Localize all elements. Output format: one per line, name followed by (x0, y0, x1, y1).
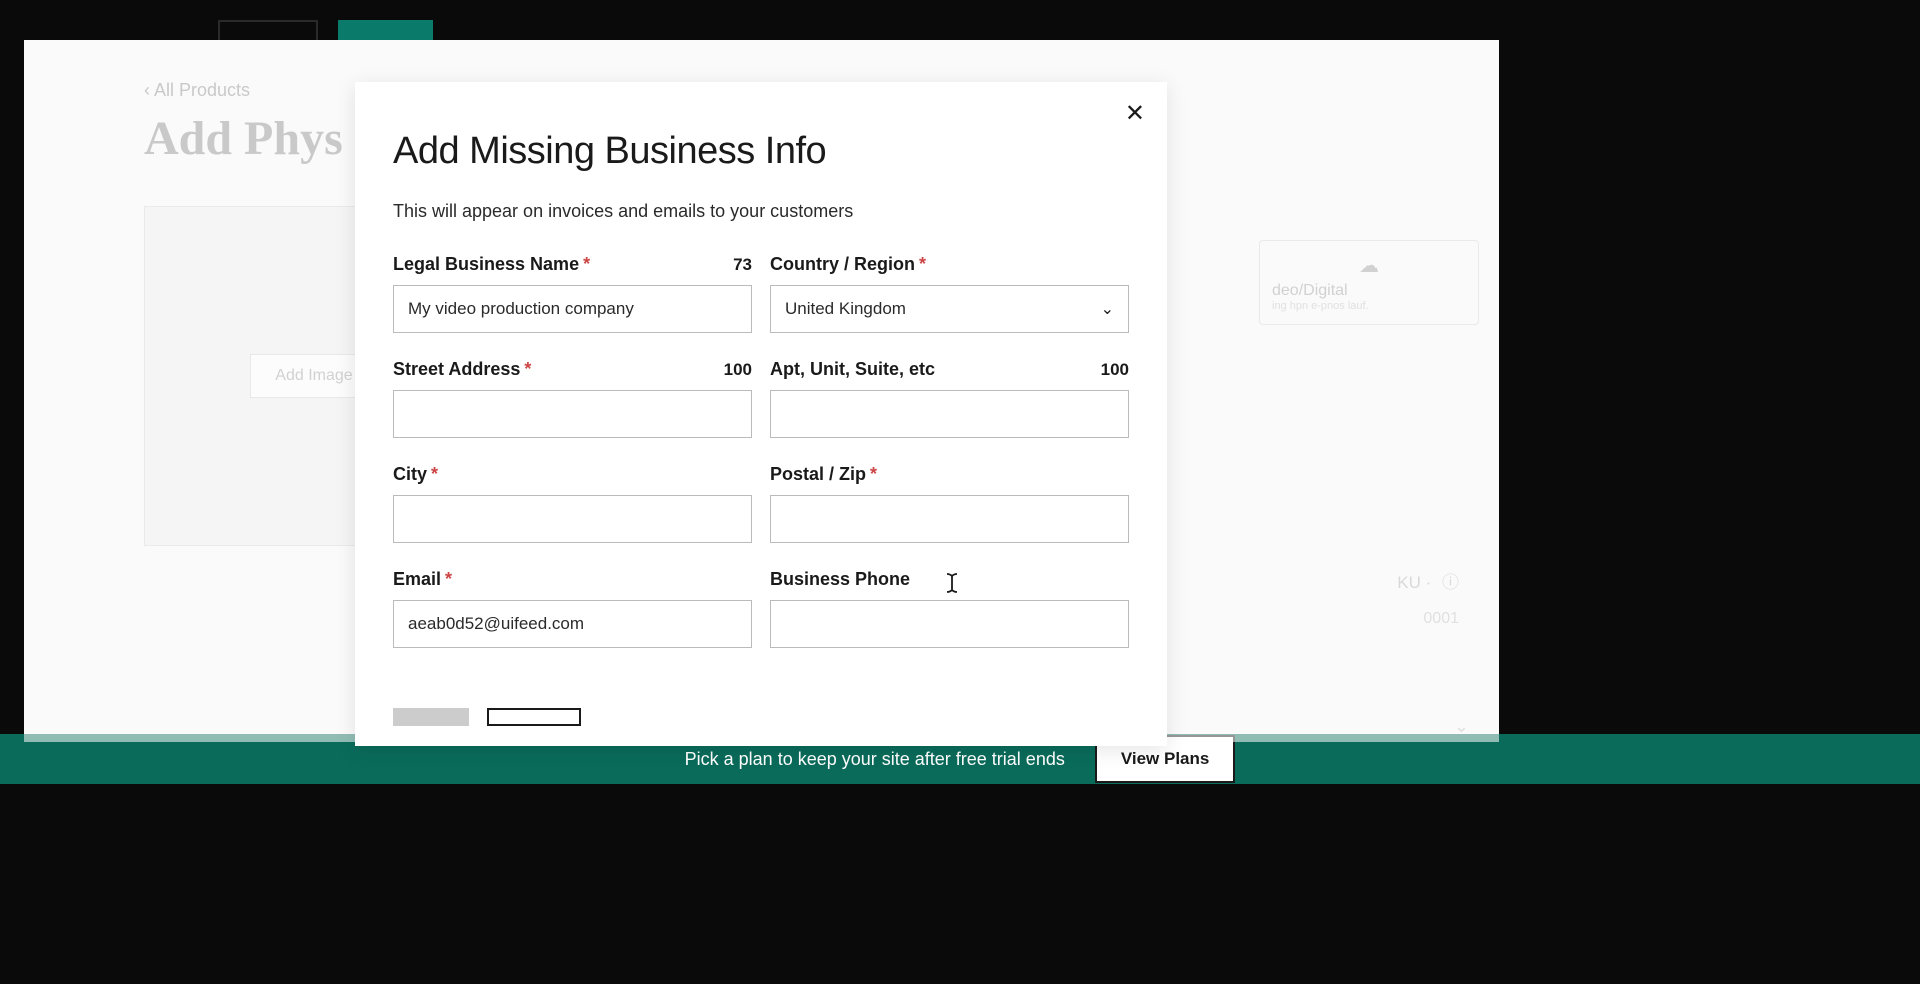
country-select-wrapper: United Kingdom ⌄ (770, 285, 1129, 333)
field-label-row: City* (393, 464, 752, 485)
field-label-row: Email* (393, 569, 752, 590)
field-label-row: Country / Region* (770, 254, 1129, 275)
email-label: Email* (393, 569, 452, 590)
street-input[interactable] (393, 390, 752, 438)
legal-name-input[interactable] (393, 285, 752, 333)
email-field: Email* (393, 569, 752, 648)
chevron-down-icon: ⌄ (1101, 299, 1114, 319)
postal-input[interactable] (770, 495, 1129, 543)
apt-input[interactable] (770, 390, 1129, 438)
phone-label: Business Phone (770, 569, 910, 590)
required-star: * (919, 254, 926, 274)
field-label-row: Business Phone (770, 569, 1129, 590)
required-star: * (445, 569, 452, 589)
footer-button-secondary[interactable] (393, 708, 469, 726)
modal-title: Add Missing Business Info (393, 130, 1129, 173)
apt-label: Apt, Unit, Suite, etc (770, 359, 935, 380)
trial-text: Pick a plan to keep your site after free… (685, 749, 1065, 770)
city-input[interactable] (393, 495, 752, 543)
char-count: 100 (724, 360, 752, 380)
footer-button-primary[interactable] (487, 708, 581, 726)
country-label: Country / Region* (770, 254, 926, 275)
char-count: 100 (1101, 360, 1129, 380)
legal-name-field: Legal Business Name* 73 (393, 254, 752, 333)
legal-name-label: Legal Business Name* (393, 254, 590, 275)
required-star: * (870, 464, 877, 484)
required-star: * (524, 359, 531, 379)
field-label-row: Street Address* 100 (393, 359, 752, 380)
city-field: City* (393, 464, 752, 543)
field-label-row: Legal Business Name* 73 (393, 254, 752, 275)
modal-footer (393, 708, 1129, 726)
country-value: United Kingdom (785, 299, 906, 319)
close-icon: ✕ (1125, 100, 1145, 127)
phone-input[interactable] (770, 600, 1129, 648)
postal-label: Postal / Zip* (770, 464, 877, 485)
close-button[interactable]: ✕ (1125, 102, 1145, 126)
phone-field: Business Phone (770, 569, 1129, 648)
field-label-row: Postal / Zip* (770, 464, 1129, 485)
required-star: * (431, 464, 438, 484)
required-star: * (583, 254, 590, 274)
street-label: Street Address* (393, 359, 531, 380)
email-input[interactable] (393, 600, 752, 648)
city-label: City* (393, 464, 438, 485)
country-field: Country / Region* United Kingdom ⌄ (770, 254, 1129, 333)
form-grid: Legal Business Name* 73 Country / Region… (393, 254, 1129, 648)
country-select[interactable]: United Kingdom ⌄ (770, 285, 1129, 333)
apt-field: Apt, Unit, Suite, etc 100 (770, 359, 1129, 438)
modal-subtitle: This will appear on invoices and emails … (393, 201, 1129, 222)
char-count: 73 (733, 255, 752, 275)
business-info-modal: ✕ Add Missing Business Info This will ap… (355, 82, 1167, 746)
field-label-row: Apt, Unit, Suite, etc 100 (770, 359, 1129, 380)
postal-field: Postal / Zip* (770, 464, 1129, 543)
street-address-field: Street Address* 100 (393, 359, 752, 438)
bottom-dark-panel (0, 784, 1920, 984)
